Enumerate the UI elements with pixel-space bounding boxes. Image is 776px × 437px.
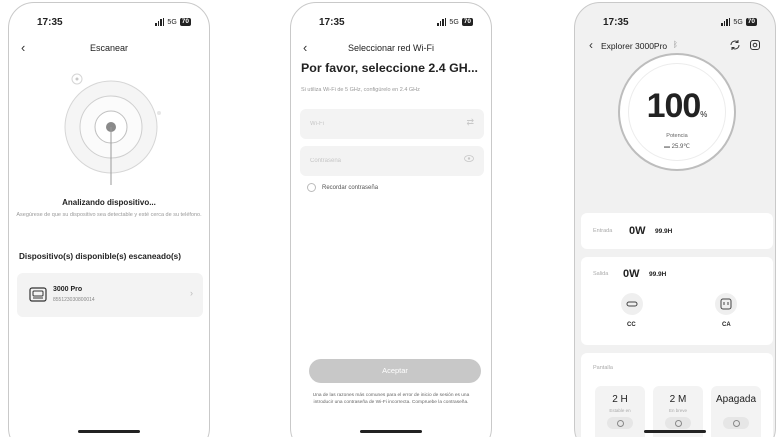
ac-outlet-label: CA — [722, 322, 731, 328]
status-bar: 17:35 5G 70 — [9, 17, 209, 31]
password-field[interactable] — [300, 146, 484, 176]
device-list-item[interactable]: 3000 Pro 855123030800014 › — [17, 273, 203, 317]
screen-option-off[interactable]: Apagada — [711, 386, 761, 437]
analyzing-subtitle: Asegúrese de que su dispositivo sea dete… — [16, 212, 202, 218]
scan-radar — [9, 65, 209, 185]
swap-icon[interactable]: ⇄ — [466, 117, 474, 128]
device-phone-screen: 17:35 5G 70 ‹ Explorer 3000Pro ᛒ 100% Po… — [574, 2, 776, 437]
input-hours: 99.9H — [655, 228, 673, 235]
dc-outlet-icon — [626, 301, 638, 307]
ac-outlet-icon — [720, 298, 732, 310]
sync-icon[interactable] — [729, 38, 741, 56]
dc-outlet-label: CC — [627, 322, 636, 328]
status-bar: 17:35 5G 70 — [575, 17, 775, 31]
ac-outlet-button[interactable] — [715, 293, 737, 315]
input-power: 0W — [629, 225, 646, 237]
wifi-headline: Por favor, seleccione 2.4 GH... — [301, 61, 478, 75]
dc-outlet-button[interactable] — [621, 293, 643, 315]
scan-nav: ‹ Escanear — [9, 40, 209, 57]
page-title: Escanear — [89, 43, 129, 53]
wifi-phone-screen: 17:35 5G 70 ‹ Seleccionar red Wi-Fi Por … — [290, 2, 492, 437]
signal-icon — [437, 18, 447, 26]
home-indicator — [360, 430, 422, 433]
network-label: 5G — [449, 18, 459, 26]
network-label: 5G — [167, 18, 177, 26]
output-hours: 99.9H — [649, 271, 667, 278]
scan-phone-screen: 17:35 5G 70 ‹ Escanear Analizando dispos… — [8, 2, 210, 437]
eye-icon[interactable] — [464, 154, 474, 164]
device-id: 855123030800014 — [53, 297, 95, 303]
battery-icon: 70 — [179, 18, 191, 26]
wifi-input[interactable] — [300, 109, 484, 139]
accept-button[interactable]: Aceptar — [309, 359, 481, 383]
input-label: Entrada — [593, 228, 613, 234]
available-devices-title: Dispositivo(s) disponible(s) escaneado(s… — [19, 252, 181, 261]
temperature-value: 25.9℃ — [671, 144, 691, 150]
status-time: 17:35 — [319, 17, 345, 28]
device-name: 3000 Pro — [53, 286, 83, 293]
password-input[interactable] — [300, 146, 484, 176]
radio-icon[interactable] — [723, 417, 749, 429]
radio-icon[interactable] — [665, 417, 691, 429]
home-indicator — [644, 430, 706, 433]
battery-gauge: 100% Potencia ▬ 25.9℃ — [618, 53, 736, 171]
page-title: Seleccionar red Wi-Fi — [347, 43, 435, 53]
battery-icon: 70 — [461, 18, 473, 26]
network-label: 5G — [733, 18, 743, 26]
signal-icon — [721, 18, 731, 26]
battery-percent: 100 — [646, 87, 702, 125]
status-time: 17:35 — [37, 17, 63, 28]
battery-icon: 70 — [745, 18, 757, 26]
bluetooth-icon: ᛒ — [673, 40, 678, 49]
wifi-field[interactable]: ⇄ — [300, 109, 484, 139]
chevron-right-icon: › — [190, 288, 193, 298]
settings-icon[interactable] — [749, 38, 761, 56]
status-bar: 17:35 5G 70 — [291, 17, 491, 31]
temperature-readout: ▬ 25.9℃ — [620, 143, 734, 150]
screen-option-2h[interactable]: 2 H Estable en — [595, 386, 645, 437]
radio-icon[interactable] — [607, 417, 633, 429]
analyzing-title: Analizando dispositivo... — [62, 198, 156, 207]
output-power: 0W — [623, 268, 640, 280]
wifi-hint: Si utiliza Wi-Fi de 5 GHz, configúrelo e… — [301, 87, 420, 93]
signal-icon — [155, 18, 165, 26]
login-error-note: Una de las razones más comunes para el e… — [312, 393, 470, 405]
input-card: Entrada 0W 99.9H — [581, 213, 773, 249]
status-time: 17:35 — [603, 17, 629, 28]
potencia-label: Potencia — [666, 133, 688, 139]
thermometer-icon: ▬ — [663, 144, 672, 150]
remember-label: Recordar contraseña — [322, 184, 379, 191]
remember-radio[interactable] — [307, 183, 316, 192]
remember-password[interactable]: Recordar contraseña — [307, 183, 378, 192]
screen-label: Pantalla — [593, 365, 613, 371]
wifi-nav: ‹ Seleccionar red Wi-Fi — [291, 40, 491, 57]
power-station-icon — [29, 287, 47, 307]
output-label: Salida — [593, 271, 609, 277]
home-indicator — [78, 430, 140, 433]
radar-icon — [64, 73, 161, 185]
back-icon[interactable]: ‹ — [589, 38, 593, 52]
output-card: Salida 0W 99.9H CC CA — [581, 257, 773, 345]
device-title: Explorer 3000Pro — [601, 41, 668, 51]
percent-unit: % — [700, 110, 708, 119]
